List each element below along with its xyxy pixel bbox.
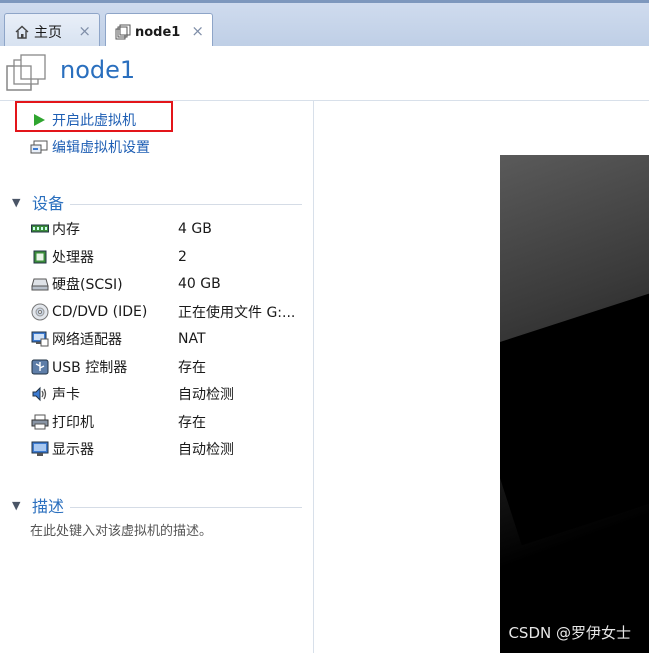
vm-icon — [114, 23, 132, 41]
page-title: node1 — [60, 56, 136, 84]
sound-card-icon — [30, 385, 50, 403]
device-value: 存在 — [178, 360, 206, 376]
power-on-label: 开启此虚拟机 — [52, 113, 136, 129]
device-row-processor[interactable]: 处理器 2 — [30, 246, 310, 268]
device-name: 内存 — [52, 222, 80, 238]
device-row-network[interactable]: 网络适配器 NAT — [30, 328, 310, 350]
home-icon — [13, 23, 31, 41]
device-value: 自动检测 — [178, 442, 234, 458]
description-input[interactable]: 在此处键入对该虚拟机的描述。 — [30, 520, 212, 539]
edit-settings-button[interactable]: 编辑虚拟机设置 — [30, 137, 150, 157]
vm-header: node1 — [0, 46, 649, 101]
hard-disk-icon — [30, 275, 50, 293]
device-name: 处理器 — [52, 250, 94, 266]
close-icon[interactable]: × — [191, 23, 204, 39]
printer-icon — [30, 413, 50, 431]
usb-icon — [30, 358, 50, 376]
tab-bar: 主页 × node1 × — [0, 0, 649, 50]
devices-title: 设备 — [32, 194, 65, 213]
device-value: 4 GB — [178, 221, 212, 237]
device-value: NAT — [178, 331, 206, 347]
cd-dvd-icon — [30, 303, 50, 321]
device-name: 声卡 — [52, 387, 80, 403]
device-value: 40 GB — [178, 276, 221, 292]
description-section-header[interactable]: ▼ 描述 — [12, 494, 302, 516]
collapse-arrow-icon[interactable]: ▼ — [12, 499, 24, 512]
tab-home-label: 主页 — [34, 24, 62, 41]
tab-home[interactable]: 主页 × — [4, 13, 100, 49]
tab-node1-label: node1 — [135, 24, 181, 40]
device-value: 正在使用文件 G:... — [178, 305, 296, 321]
device-row-usb[interactable]: USB 控制器 存在 — [30, 356, 310, 378]
play-icon — [30, 111, 48, 129]
power-on-button[interactable]: 开启此虚拟机 — [30, 110, 136, 130]
devices-section-header[interactable]: ▼ 设备 — [12, 191, 302, 213]
settings-icon — [30, 138, 48, 156]
device-name: USB 控制器 — [52, 360, 128, 376]
device-row-cd-dvd[interactable]: CD/DVD (IDE) 正在使用文件 G:... — [30, 301, 310, 323]
device-row-printer[interactable]: 打印机 存在 — [30, 411, 310, 433]
virtual-machine-icon — [6, 54, 48, 92]
edit-settings-label: 编辑虚拟机设置 — [52, 140, 150, 156]
processor-icon — [30, 248, 50, 266]
device-row-hard-disk[interactable]: 硬盘(SCSI) 40 GB — [30, 273, 310, 295]
device-name: 网络适配器 — [52, 332, 122, 348]
device-row-display[interactable]: 显示器 自动检测 — [30, 438, 310, 460]
close-icon[interactable]: × — [78, 23, 91, 39]
device-name: CD/DVD (IDE) — [52, 304, 148, 320]
device-value: 2 — [178, 249, 187, 265]
device-row-sound[interactable]: 声卡 自动检测 — [30, 383, 310, 405]
device-value: 自动检测 — [178, 387, 234, 403]
memory-icon — [30, 220, 50, 238]
vm-screen-thumbnail[interactable] — [500, 155, 649, 653]
device-value: 存在 — [178, 415, 206, 431]
watermark: CSDN @罗伊女士 — [508, 624, 631, 642]
device-row-memory[interactable]: 内存 4 GB — [30, 218, 310, 240]
display-icon — [30, 440, 50, 458]
divider — [70, 506, 302, 508]
device-name: 打印机 — [52, 415, 94, 431]
device-name: 硬盘(SCSI) — [52, 277, 123, 293]
tab-node1[interactable]: node1 × — [105, 13, 213, 50]
screen-sheen — [500, 262, 649, 546]
divider — [70, 203, 302, 205]
device-name: 显示器 — [52, 442, 94, 458]
collapse-arrow-icon[interactable]: ▼ — [12, 196, 24, 209]
network-adapter-icon — [30, 330, 50, 348]
description-title: 描述 — [32, 497, 65, 516]
